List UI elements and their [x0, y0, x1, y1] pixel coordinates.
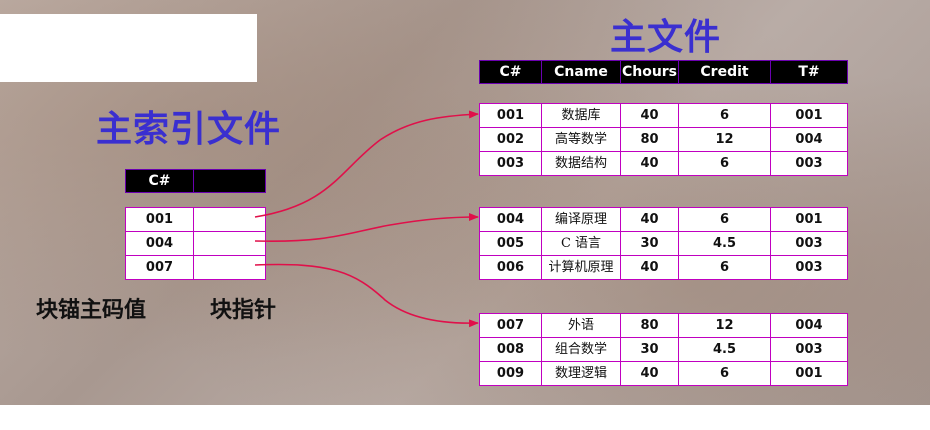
- main-block-2: 004 编译原理 40 6 001 005 C 语言 30 4.5 003 00…: [479, 207, 848, 280]
- main-row: 003 数据结构 40 6 003: [480, 152, 847, 175]
- cell-credit: 6: [679, 208, 771, 231]
- main-header-credit: Credit: [679, 61, 771, 83]
- index-table: 001 004 007: [125, 207, 266, 280]
- cell-tno: 001: [795, 212, 823, 227]
- cell-chours: 30: [621, 338, 679, 361]
- cell-credit: 4.5: [679, 232, 771, 255]
- cell-chours: 40: [621, 362, 679, 385]
- cell-cno: 006: [480, 256, 542, 279]
- cell-credit: 6: [679, 256, 771, 279]
- cell-tno: 001: [795, 366, 823, 381]
- cell-cno: 002: [480, 128, 542, 151]
- main-row: 008 组合数学 30 4.5 003: [480, 338, 847, 362]
- slide-background: 主文件 主索引文件 C# 001 004 007 块锚主码值 块指针 C# Cn…: [0, 0, 930, 405]
- cell-tno: 004: [795, 132, 823, 147]
- main-header-cno: C#: [480, 61, 542, 83]
- cell-tno: 003: [795, 156, 823, 171]
- cell-tno: 003: [795, 260, 823, 275]
- anchor-key-caption: 块锚主码值: [36, 298, 147, 323]
- main-file-title: 主文件: [610, 17, 722, 58]
- blank-box: [0, 14, 257, 82]
- index-header-pointer: [194, 170, 265, 192]
- cell-cname: 数据库: [542, 104, 621, 127]
- cell-chours: 80: [621, 314, 679, 337]
- cell-credit: 4.5: [679, 338, 771, 361]
- cell-tno: 004: [795, 318, 823, 333]
- index-pointer: [194, 232, 265, 255]
- cell-cname: 数理逻辑: [542, 362, 621, 385]
- cell-cname: 数据结构: [542, 152, 621, 175]
- cell-chours: 40: [621, 256, 679, 279]
- index-file-title: 主索引文件: [96, 109, 282, 150]
- cell-credit: 12: [679, 314, 771, 337]
- cell-tno: 003: [795, 236, 823, 251]
- cell-cno: 005: [480, 232, 542, 255]
- main-row: 006 计算机原理 40 6 003: [480, 256, 847, 279]
- index-header: C#: [125, 169, 266, 193]
- cell-tno: 001: [795, 108, 823, 123]
- main-row: 005 C 语言 30 4.5 003: [480, 232, 847, 256]
- cell-cname: 编译原理: [542, 208, 621, 231]
- main-row: 009 数理逻辑 40 6 001: [480, 362, 847, 385]
- index-key: 001: [126, 208, 194, 231]
- index-key: 007: [126, 256, 194, 279]
- index-row: 007: [126, 256, 265, 279]
- cell-cno: 009: [480, 362, 542, 385]
- cell-cname: 高等数学: [542, 128, 621, 151]
- cell-credit: 6: [679, 152, 771, 175]
- cell-cno: 008: [480, 338, 542, 361]
- index-row: 001: [126, 208, 265, 232]
- cell-chours: 40: [621, 152, 679, 175]
- cell-cname: 外语: [542, 314, 621, 337]
- main-header: C# Cname Chours Credit T#: [479, 60, 848, 84]
- main-row: 004 编译原理 40 6 001: [480, 208, 847, 232]
- cell-cno: 001: [480, 104, 542, 127]
- cell-cname: 组合数学: [542, 338, 621, 361]
- cell-chours: 30: [621, 232, 679, 255]
- cell-chours: 80: [621, 128, 679, 151]
- cell-cname: C 语言: [542, 232, 621, 255]
- index-pointer: [194, 208, 265, 231]
- index-row: 004: [126, 232, 265, 256]
- main-row: 007 外语 80 12 004: [480, 314, 847, 338]
- index-pointer: [194, 256, 265, 279]
- main-header-tno: T#: [798, 64, 820, 80]
- main-block-3: 007 外语 80 12 004 008 组合数学 30 4.5 003 009…: [479, 313, 848, 386]
- cell-credit: 6: [679, 362, 771, 385]
- main-block-1: 001 数据库 40 6 001 002 高等数学 80 12 004 003 …: [479, 103, 848, 176]
- block-pointer-caption: 块指针: [210, 298, 277, 323]
- cell-tno: 003: [795, 342, 823, 357]
- cell-credit: 6: [679, 104, 771, 127]
- cell-cno: 007: [480, 314, 542, 337]
- cell-chours: 40: [621, 104, 679, 127]
- cell-cname: 计算机原理: [542, 256, 621, 279]
- main-row: 002 高等数学 80 12 004: [480, 128, 847, 152]
- cell-cno: 003: [480, 152, 542, 175]
- cell-credit: 12: [679, 128, 771, 151]
- index-header-key: C#: [126, 170, 194, 192]
- main-header-cname: Cname: [542, 61, 621, 83]
- cell-cno: 004: [480, 208, 542, 231]
- cell-chours: 40: [621, 208, 679, 231]
- main-header-chours: Chours: [621, 61, 679, 83]
- main-row: 001 数据库 40 6 001: [480, 104, 847, 128]
- index-key: 004: [126, 232, 194, 255]
